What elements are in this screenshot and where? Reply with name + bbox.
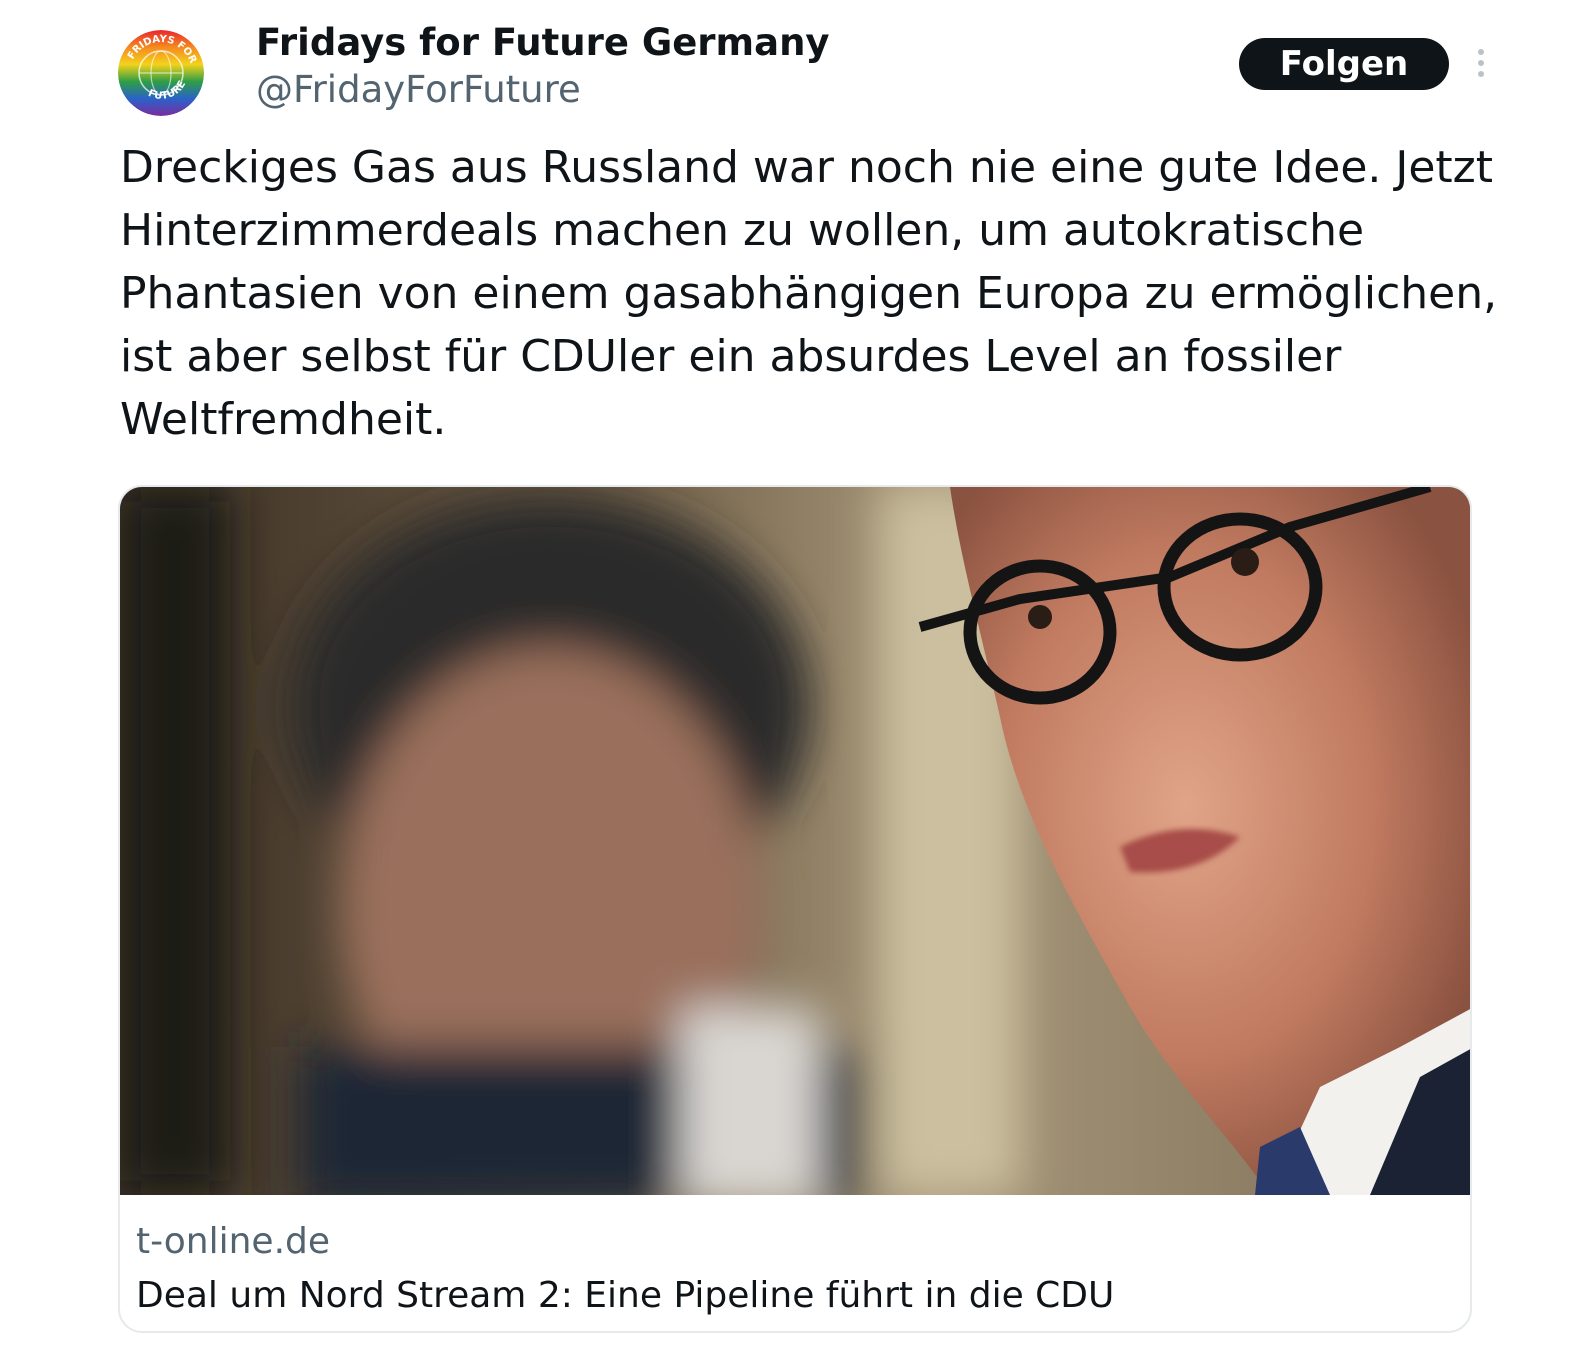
avatar[interactable]: FRIDAYS FOR FUTURE — [118, 30, 204, 116]
vertical-ellipsis-icon[interactable] — [1470, 46, 1492, 80]
tweet-author: Fridays for Future Germany @FridayForFut… — [256, 20, 830, 114]
follow-button[interactable]: Folgen — [1239, 38, 1449, 90]
rainbow-globe-logo-icon: FRIDAYS FOR FUTURE — [118, 30, 204, 116]
card-domain: t-online.de — [136, 1221, 331, 1262]
card-title: Deal um Nord Stream 2: Eine Pipeline füh… — [136, 1275, 1115, 1316]
user-handle[interactable]: @FridayForFuture — [256, 66, 830, 114]
tweet-text: Dreckiges Gas aus Russland war noch nie … — [120, 142, 1498, 445]
card-image — [120, 487, 1470, 1195]
display-name[interactable]: Fridays for Future Germany — [256, 20, 830, 66]
link-preview-card[interactable]: t-online.de Deal um Nord Stream 2: Eine … — [118, 485, 1472, 1333]
